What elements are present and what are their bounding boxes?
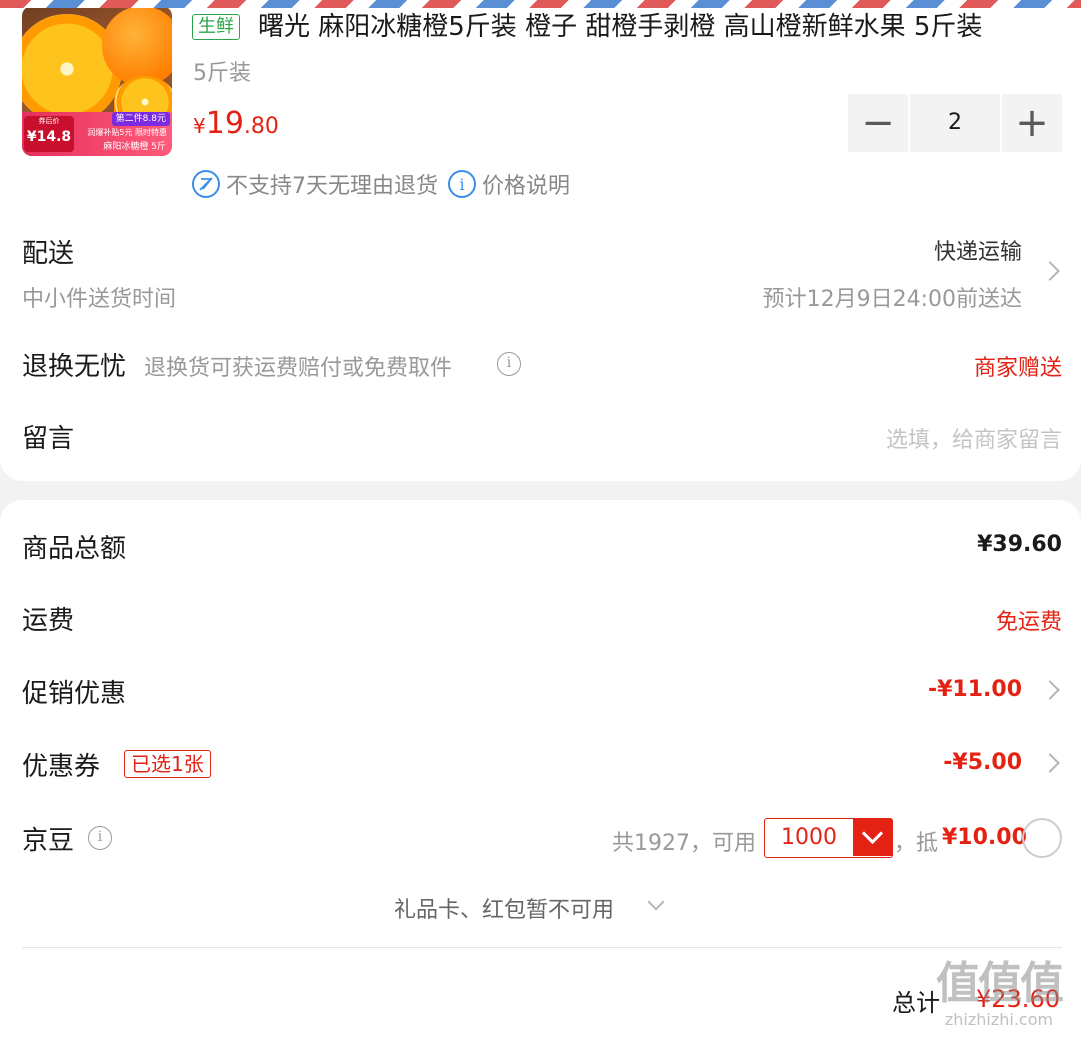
product-policies: 不支持7天无理由退货 i 价格说明 <box>192 168 570 200</box>
beans-deduct-prefix: ，抵 <box>894 831 939 856</box>
promo-value[interactable]: -¥11.00 <box>928 677 1022 702</box>
shipping-label: 运费 <box>22 606 75 636</box>
shipping-value: 免运费 <box>995 610 1062 635</box>
image-name-tag: 麻阳冰糖橙 5斤 <box>103 142 166 152</box>
divider <box>22 947 1062 948</box>
beans-total: 共1927，可用 <box>612 831 756 856</box>
no-return-policy-text[interactable]: 不支持7天无理由退货 <box>226 168 438 200</box>
info-icon: i <box>448 170 476 198</box>
delivery-sub-label: 中小件送货时间 <box>22 287 177 312</box>
image-price-box: 券后价 ¥14.8 <box>24 116 74 152</box>
no-return-icon <box>192 170 220 198</box>
chevron-down-icon[interactable] <box>853 819 892 856</box>
giftcard-unavailable-text[interactable]: 礼品卡、红包暂不可用 <box>394 892 614 924</box>
image-price-value: ¥14.8 <box>26 129 72 145</box>
airmail-border <box>0 0 1081 8</box>
product-price: ¥19.80 <box>193 106 279 141</box>
site-watermark: 值值值 zhizhizhi.com <box>925 958 1073 1038</box>
beans-label: 京豆 <box>22 826 75 856</box>
return-info-icon[interactable]: i <box>497 352 521 376</box>
increase-quantity-button[interactable]: + <box>1002 94 1062 152</box>
price-currency: ¥ <box>193 114 206 138</box>
price-integer: 19 <box>205 106 244 141</box>
watermark-url: zhizhizhi.com <box>944 1010 1054 1029</box>
product-spec: 5斤装 <box>193 61 251 86</box>
delivery-label: 配送 <box>22 239 75 269</box>
image-second-piece-tag: 第二件8.8元 <box>111 112 170 126</box>
goods-total-value: ¥39.60 <box>977 532 1062 557</box>
beans-deduct-value: ¥10.00 <box>942 825 1027 850</box>
orange-whole-icon <box>102 6 172 86</box>
quantity-value[interactable]: 2 <box>910 94 1000 152</box>
quantity-stepper: − 2 + <box>848 94 1062 152</box>
decrease-quantity-button[interactable]: − <box>848 94 908 152</box>
product-title[interactable]: 曙光 麻阳冰糖橙5斤装 橙子 甜橙手剥橙 高山橙新鲜水果 5斤装 <box>258 10 982 44</box>
watermark-logo: 值值值 <box>936 958 1064 1009</box>
goods-total-label: 商品总额 <box>22 534 127 564</box>
return-service-label: 退换无忧 <box>22 352 127 382</box>
beans-use-radio[interactable] <box>1022 818 1062 858</box>
coupon-label: 优惠券 <box>22 752 101 782</box>
beans-amount-value[interactable]: 1000 <box>765 819 853 856</box>
delivery-eta[interactable]: 预计12月9日24:00前送达 <box>763 281 1022 313</box>
coupon-value[interactable]: -¥5.00 <box>943 750 1022 775</box>
image-promo-tag: 润爆补贴5元 限时特惠 <box>87 128 167 137</box>
return-service-value: 商家赠送 <box>973 356 1062 381</box>
beans-info-icon[interactable]: i <box>88 826 112 850</box>
fresh-tag: 生鲜 <box>192 14 240 40</box>
message-input[interactable]: 选填，给商家留言 <box>886 422 1062 454</box>
coupon-selected-badge: 已选1张 <box>124 750 211 778</box>
beans-amount-select[interactable]: 1000 <box>764 818 893 858</box>
price-description-link[interactable]: 价格说明 <box>482 168 570 200</box>
delivery-method[interactable]: 快递运输 <box>934 234 1022 266</box>
promo-label: 促销优惠 <box>22 679 127 709</box>
return-service-desc: 退换货可获运费赔付或免费取件 <box>144 356 453 381</box>
image-price-label: 券后价 <box>38 117 60 125</box>
product-image[interactable]: 第二件8.8元 润爆补贴5元 限时特惠 麻阳冰糖橙 5斤 券后价 ¥14.8 <box>22 6 172 156</box>
price-decimal: .80 <box>243 114 279 139</box>
message-label: 留言 <box>22 424 75 454</box>
